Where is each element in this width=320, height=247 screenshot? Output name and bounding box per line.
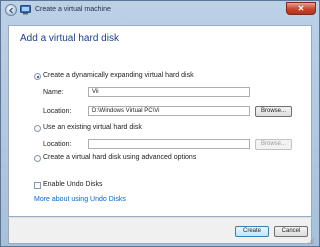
existing-disk-label: Use an existing virtual hard disk — [43, 124, 142, 131]
advanced-options-radio[interactable] — [34, 155, 41, 162]
location-label: Location: — [43, 108, 72, 115]
back-button[interactable] — [5, 4, 17, 16]
browse-button[interactable]: Browse... — [255, 106, 292, 117]
advanced-options-label: Create a virtual hard disk using advance… — [43, 154, 197, 161]
page-title: Add a virtual hard disk — [20, 33, 119, 44]
resize-grip-icon[interactable] — [307, 237, 314, 244]
window-title: Create a virtual machine — [35, 6, 111, 13]
create-button[interactable]: Create — [235, 226, 269, 237]
existing-location-label: Location: — [43, 141, 72, 148]
existing-disk-radio[interactable] — [34, 125, 41, 132]
existing-browse-button[interactable]: Browse... — [255, 139, 292, 150]
cancel-button[interactable]: Cancel — [274, 226, 308, 237]
undo-disks-checkbox[interactable] — [34, 182, 41, 189]
back-arrow-icon — [9, 7, 13, 14]
virtual-pc-icon — [20, 5, 31, 15]
close-icon: ✕ — [297, 4, 305, 13]
dynamic-disk-radio[interactable] — [34, 73, 41, 80]
location-field[interactable]: D:\Windows Virtual PC\Vi — [88, 106, 250, 116]
close-button[interactable]: ✕ — [286, 2, 316, 15]
wizard-window: Create a virtual machine ✕ Add a virtual… — [0, 0, 320, 247]
wizard-content — [8, 25, 312, 217]
title-bar: Create a virtual machine ✕ — [1, 1, 319, 25]
existing-location-field[interactable] — [88, 139, 250, 149]
dynamic-disk-label: Create a dynamically expanding virtual h… — [43, 72, 194, 79]
undo-disks-label: Enable Undo Disks — [43, 181, 103, 188]
name-field[interactable]: Vii — [88, 87, 250, 97]
name-label: Name: — [43, 89, 64, 96]
undo-disks-help-link[interactable]: More about using Undo Disks — [34, 196, 126, 203]
